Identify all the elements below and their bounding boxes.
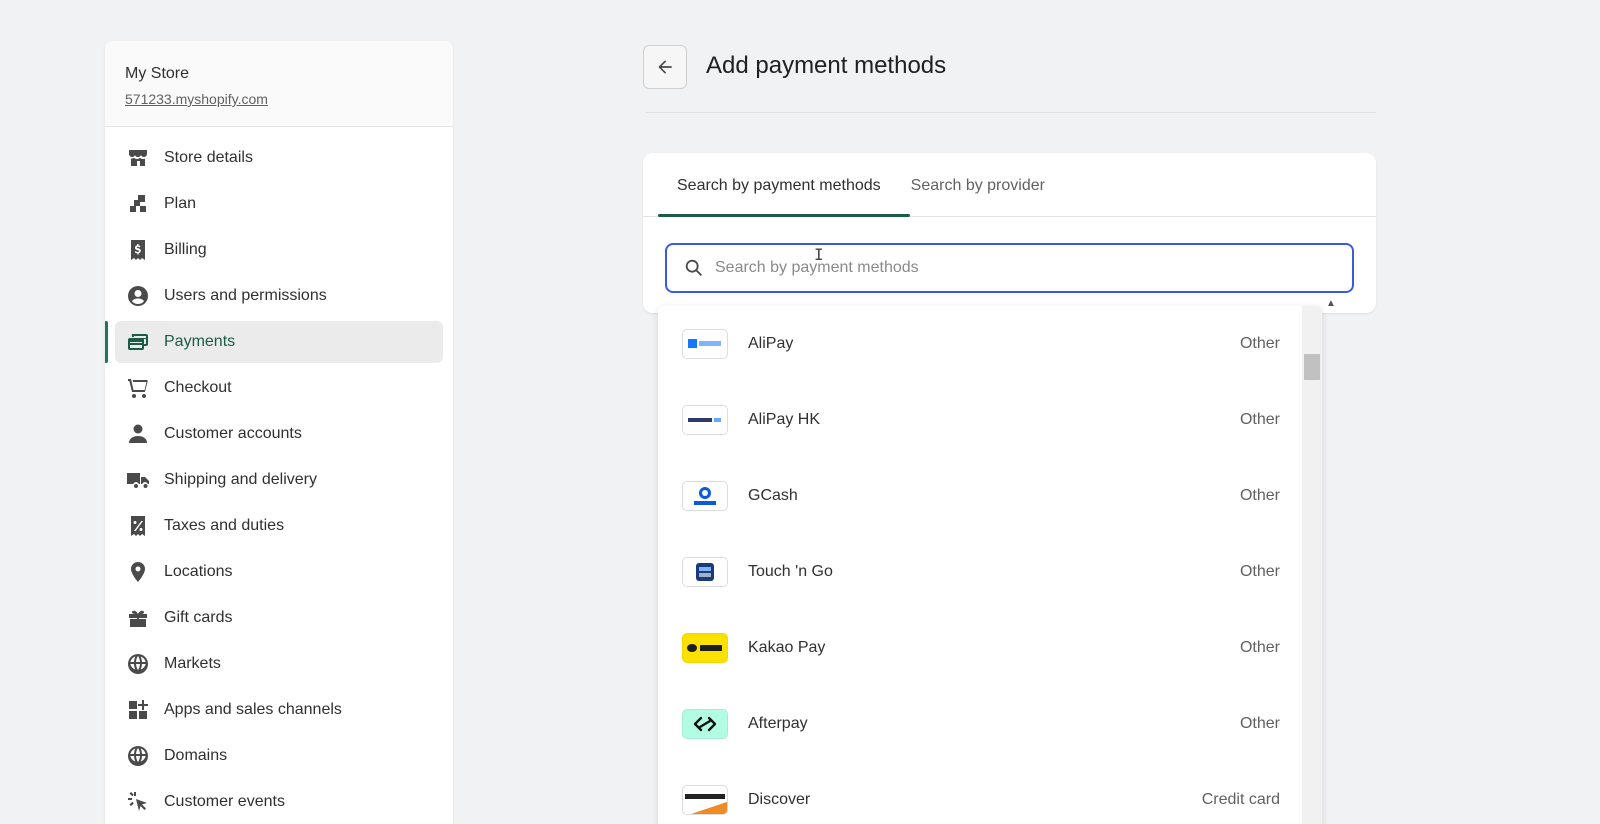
sidebar-item-label: Payments <box>164 333 236 350</box>
scrollbar-thumb[interactable] <box>1304 354 1320 380</box>
user-circle-icon <box>125 283 151 309</box>
payments-icon <box>125 329 151 355</box>
search-icon <box>685 259 702 276</box>
kakao-pay-logo <box>682 633 728 663</box>
option-name: Afterpay <box>748 715 808 732</box>
option-type: Other <box>1239 335 1280 352</box>
search-tabs: Search by payment methods Search by prov… <box>643 153 1376 217</box>
gift-icon <box>125 605 151 631</box>
settings-nav: Store details Plan Billing Users and per… <box>105 127 453 823</box>
sidebar-item-label: Locations <box>164 563 233 580</box>
sidebar-item-plan[interactable]: Plan <box>115 183 443 225</box>
sidebar-item-gift-cards[interactable]: Gift cards <box>115 597 443 639</box>
list-item[interactable]: AliPay HK Other <box>658 382 1322 458</box>
list-item[interactable]: AliPay Other <box>658 306 1322 382</box>
sidebar-item-label: Store details <box>164 149 253 166</box>
truck-icon <box>125 467 151 493</box>
sidebar-item-label: Customer events <box>164 793 285 810</box>
discover-logo <box>682 785 728 815</box>
sidebar-item-apps-and-sales-channels[interactable]: Apps and sales channels <box>115 689 443 731</box>
option-type: Other <box>1239 487 1280 504</box>
sidebar-item-label: Checkout <box>164 379 232 396</box>
list-item[interactable]: GCash Other <box>658 458 1322 534</box>
sidebar-item-payments[interactable]: Payments <box>105 321 443 363</box>
list-item[interactable]: Discover Credit card <box>658 762 1322 824</box>
sidebar-item-users-and-permissions[interactable]: Users and permissions <box>115 275 443 317</box>
apps-icon <box>125 697 151 723</box>
active-tab-indicator <box>658 214 910 217</box>
option-type: Other <box>1239 563 1280 580</box>
store-icon <box>125 145 151 171</box>
sidebar-item-billing[interactable]: Billing <box>115 229 443 271</box>
gcash-logo <box>682 481 728 511</box>
sidebar-item-label: Plan <box>164 195 197 212</box>
location-pin-icon <box>125 559 151 585</box>
list-item[interactable]: Afterpay Other <box>658 686 1322 762</box>
tab-search-by-payment-methods[interactable]: Search by payment methods <box>677 153 881 216</box>
payment-methods-dropdown: AliPay Other AliPay HK Other GCash Other… <box>658 306 1322 824</box>
option-name: GCash <box>748 487 798 504</box>
cursor-click-icon <box>125 789 151 815</box>
sidebar-item-store-details[interactable]: Store details <box>115 137 443 179</box>
sidebar-item-label: Users and permissions <box>164 287 327 304</box>
sidebar-item-checkout[interactable]: Checkout <box>115 367 443 409</box>
option-name: AliPay HK <box>748 411 821 428</box>
header-divider <box>646 112 1376 113</box>
option-type: Other <box>1239 639 1280 656</box>
text-cursor-icon: I <box>814 245 824 264</box>
option-name: AliPay <box>748 335 794 352</box>
search-card: Search by payment methods Search by prov… <box>643 153 1376 313</box>
search-field[interactable] <box>665 243 1354 293</box>
billing-icon <box>125 237 151 263</box>
scroll-up-arrow-icon[interactable]: ▲ <box>1323 298 1339 310</box>
option-name: Touch 'n Go <box>748 563 833 580</box>
sidebar-item-shipping-and-delivery[interactable]: Shipping and delivery <box>115 459 443 501</box>
arrow-left-icon <box>658 60 672 74</box>
sidebar-item-customer-accounts[interactable]: Customer accounts <box>115 413 443 455</box>
option-name: Kakao Pay <box>748 639 826 656</box>
alipay-logo <box>682 329 728 359</box>
sidebar-item-taxes-and-duties[interactable]: Taxes and duties <box>115 505 443 547</box>
sidebar-item-label: Gift cards <box>164 609 233 626</box>
sidebar-item-label: Markets <box>164 655 221 672</box>
sidebar-item-label: Taxes and duties <box>164 517 285 534</box>
option-type: Other <box>1239 411 1280 428</box>
alipay-hk-logo <box>682 405 728 435</box>
store-header: My Store 571233.myshopify.com <box>105 41 453 127</box>
afterpay-logo <box>682 709 728 739</box>
sidebar-item-domains[interactable]: Domains <box>115 735 443 777</box>
store-domain-link[interactable]: 571233.myshopify.com <box>125 91 268 107</box>
settings-sidebar: My Store 571233.myshopify.com Store deta… <box>105 41 453 824</box>
sidebar-item-label: Domains <box>164 747 228 764</box>
sidebar-item-locations[interactable]: Locations <box>115 551 443 593</box>
option-type: Credit card <box>1201 791 1280 808</box>
dropdown-scrollbar[interactable] <box>1302 306 1322 824</box>
sidebar-item-markets[interactable]: Markets <box>115 643 443 685</box>
cart-icon <box>125 375 151 401</box>
option-name: Discover <box>748 791 811 808</box>
sidebar-item-label: Apps and sales channels <box>164 701 342 718</box>
domain-globe-icon <box>125 743 151 769</box>
page-title: Add payment methods <box>706 52 947 79</box>
store-name: My Store <box>125 65 190 82</box>
touch-n-go-logo <box>682 557 728 587</box>
tax-icon <box>125 513 151 539</box>
person-icon <box>125 421 151 447</box>
option-type: Other <box>1239 715 1280 732</box>
sidebar-item-customer-events[interactable]: Customer events <box>115 781 443 823</box>
sidebar-item-label: Customer accounts <box>164 425 302 442</box>
sidebar-item-label: Billing <box>164 241 207 258</box>
back-button[interactable] <box>643 45 687 89</box>
globe-icon <box>125 651 151 677</box>
search-input[interactable] <box>715 259 1315 277</box>
plan-icon <box>125 191 151 217</box>
list-item[interactable]: Kakao Pay Other <box>658 610 1322 686</box>
sidebar-item-label: Shipping and delivery <box>164 471 317 488</box>
list-item[interactable]: Touch 'n Go Other <box>658 534 1322 610</box>
tab-search-by-provider[interactable]: Search by provider <box>911 153 1045 216</box>
